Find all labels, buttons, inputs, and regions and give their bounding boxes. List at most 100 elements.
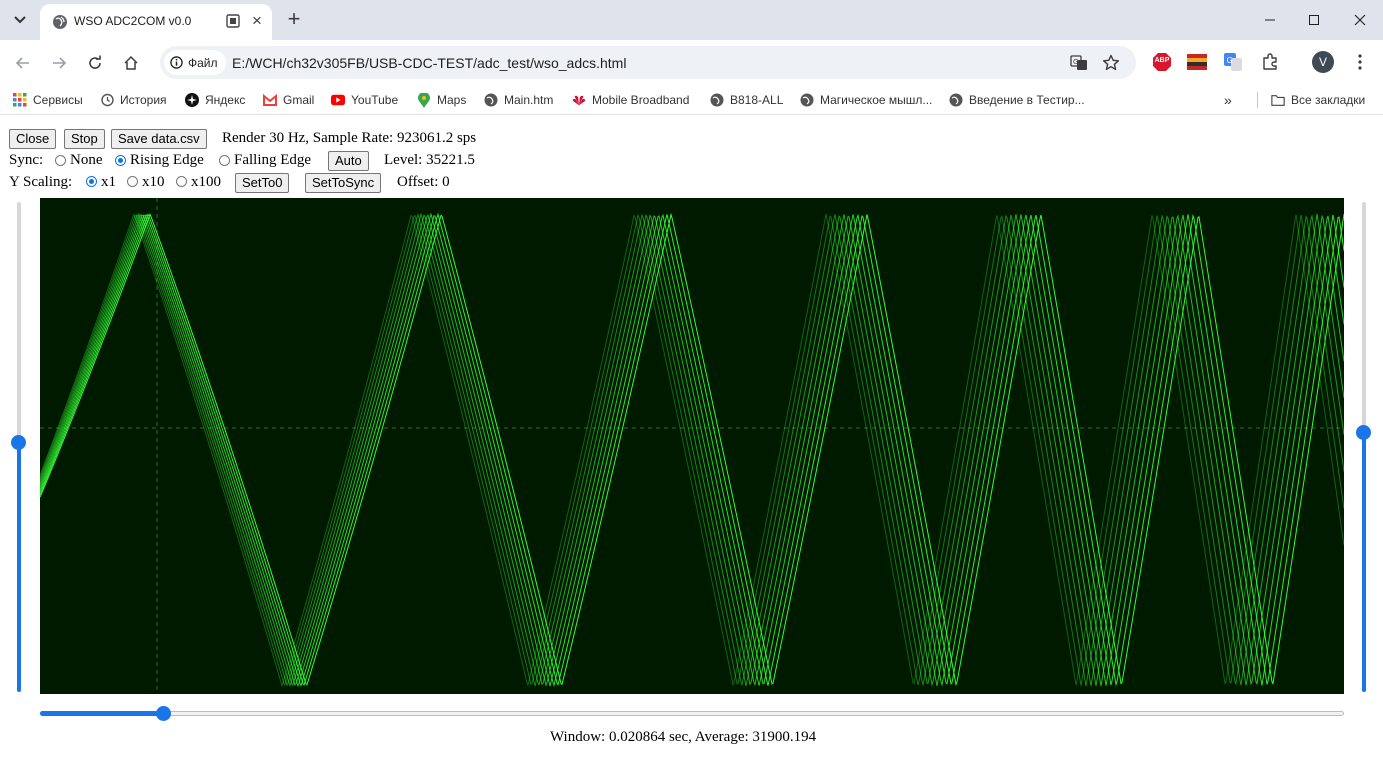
sync-label: Sync: <box>9 152 44 168</box>
sync-falling-radio[interactable] <box>219 155 230 166</box>
browser-toolbar: Файл E:/WCH/ch32v305FB/USB-CDC-TEST/adc_… <box>0 40 1383 86</box>
arrow-left-icon <box>15 57 29 69</box>
translate-icon: G <box>1070 55 1087 70</box>
adblock-extension-button[interactable]: ABP <box>1152 52 1172 72</box>
window-average-status: Window: 0.020864 sec, Average: 31900.194 <box>550 729 817 745</box>
offset-slider-thumb[interactable] <box>1356 425 1371 441</box>
bookmark-label: Mobile Broadband <box>592 93 690 107</box>
tab-strip: WSO ADC2COM v0.0 × + <box>0 0 1383 40</box>
save-data-button[interactable]: Save data.csv <box>111 129 207 149</box>
back-button[interactable] <box>10 50 36 76</box>
minimize-button[interactable] <box>1256 6 1284 34</box>
profile-avatar[interactable]: V <box>1312 51 1334 73</box>
globe-icon <box>949 93 963 107</box>
bookmark-mobile-broadband[interactable]: Mobile Broadband <box>572 92 689 108</box>
minimize-icon <box>1265 19 1275 21</box>
forward-button[interactable] <box>46 50 72 76</box>
yscale-x1-radio[interactable] <box>86 176 97 187</box>
yscale-x100-radio[interactable] <box>176 176 187 187</box>
bookmark-label: Магическое мышл... <box>820 93 933 107</box>
new-tab-button[interactable]: + <box>284 7 304 31</box>
stop-button[interactable]: Stop <box>64 129 105 149</box>
level-slider-thumb[interactable] <box>11 435 26 451</box>
bookmark-gmail[interactable]: Gmail <box>263 92 314 108</box>
bookmarks-divider <box>1257 92 1258 108</box>
close-button[interactable]: Close <box>9 129 57 149</box>
maximize-icon <box>1309 15 1319 25</box>
site-info-chip[interactable]: Файл <box>164 50 226 75</box>
history-icon <box>100 93 114 107</box>
yscale-x100-label: x100 <box>191 174 221 190</box>
bookmark-youtube[interactable]: YouTube <box>331 92 398 108</box>
all-bookmarks-button[interactable]: Все закладки <box>1271 92 1365 108</box>
close-tab-icon[interactable]: × <box>248 12 266 30</box>
browser-menu-button[interactable] <box>1350 52 1370 72</box>
bookmark-services[interactable]: Сервисы <box>13 92 83 108</box>
bookmark-star-button[interactable] <box>1102 54 1120 72</box>
bookmark-yandex[interactable]: Яндекс <box>185 92 245 108</box>
site-info-label: Файл <box>188 55 218 70</box>
set-to-zero-button[interactable]: SetTo0 <box>235 173 290 193</box>
globe-icon <box>800 93 814 107</box>
flag-icon <box>1187 54 1207 70</box>
bookmark-b818-all[interactable]: B818-ALL <box>710 92 783 108</box>
extensions-button[interactable] <box>1260 52 1280 72</box>
bookmark-maps[interactable]: Maps <box>417 92 466 108</box>
bookmark-history[interactable]: История <box>100 92 167 108</box>
time-slider-thumb[interactable] <box>155 706 171 721</box>
sync-falling-label: Falling Edge <box>234 152 312 168</box>
set-to-sync-button[interactable]: SetToSync <box>305 173 382 193</box>
home-icon <box>124 55 138 70</box>
reload-icon <box>89 55 101 69</box>
google-translate-extension-button[interactable]: G <box>1223 52 1243 72</box>
bookmarks-overflow-button[interactable]: » <box>1224 92 1232 108</box>
render-info: Render 30 Hz, Sample Rate: 923061.2 sps <box>222 130 477 146</box>
bookmark-label: История <box>120 93 167 107</box>
address-bar[interactable]: Файл E:/WCH/ch32v305FB/USB-CDC-TEST/adc_… <box>160 46 1136 79</box>
chevron-down-icon <box>14 16 26 24</box>
double-chevron-right-icon: » <box>1224 92 1232 108</box>
bookmark-label: Gmail <box>283 93 315 107</box>
globe-icon <box>710 93 724 107</box>
google-translate-icon: G <box>1224 53 1242 71</box>
yscale-x10-radio[interactable] <box>127 176 138 187</box>
apps-grid-icon <box>13 93 27 107</box>
time-slider-track[interactable] <box>40 711 1344 716</box>
tab-active[interactable]: WSO ADC2COM v0.0 × <box>40 4 272 40</box>
offset-readout: Offset: 0 <box>397 174 450 190</box>
bookmark-testing-intro[interactable]: Введение в Тестир... <box>949 92 1085 108</box>
sync-none-radio[interactable] <box>55 155 66 166</box>
more-vertical-icon <box>1358 54 1362 70</box>
bookmark-label: Main.htm <box>504 93 554 107</box>
sync-rising-radio[interactable] <box>115 155 126 166</box>
bookmark-main-htm[interactable]: Main.htm <box>484 92 553 108</box>
bookmark-magic-thinking[interactable]: Магическое мышл... <box>800 92 932 108</box>
time-slider-fill <box>40 711 163 716</box>
bookmark-label: YouTube <box>351 93 399 107</box>
memory-saver-icon <box>226 14 240 28</box>
yandex-icon <box>185 93 199 107</box>
bookmark-label: Яндекс <box>205 93 246 107</box>
auto-level-button[interactable]: Auto <box>328 151 369 171</box>
yscale-label: Y Scaling: <box>9 174 73 190</box>
close-window-button[interactable] <box>1346 6 1374 34</box>
url-text[interactable]: E:/WCH/ch32v305FB/USB-CDC-TEST/adc_test/… <box>232 55 626 71</box>
sync-none-label: None <box>70 152 103 168</box>
globe-icon <box>484 93 498 107</box>
reload-button[interactable] <box>82 50 108 76</box>
all-bookmarks-label: Все закладки <box>1291 93 1366 107</box>
right-vertical-slider-fill <box>1362 432 1366 692</box>
maps-pin-icon <box>417 92 431 108</box>
star-icon <box>1102 54 1120 71</box>
level-readout: Level: 35221.5 <box>384 152 475 168</box>
home-button[interactable] <box>118 50 144 76</box>
yscale-x1-label: x1 <box>101 174 116 190</box>
svg-text:G: G <box>1073 58 1078 66</box>
close-icon <box>1354 14 1366 26</box>
globe-icon <box>53 15 67 29</box>
tab-search-button[interactable] <box>8 6 32 34</box>
translate-button[interactable]: G <box>1070 54 1088 72</box>
flags-extension-button[interactable] <box>1187 52 1207 72</box>
maximize-button[interactable] <box>1300 6 1328 34</box>
huawei-icon <box>572 93 586 107</box>
